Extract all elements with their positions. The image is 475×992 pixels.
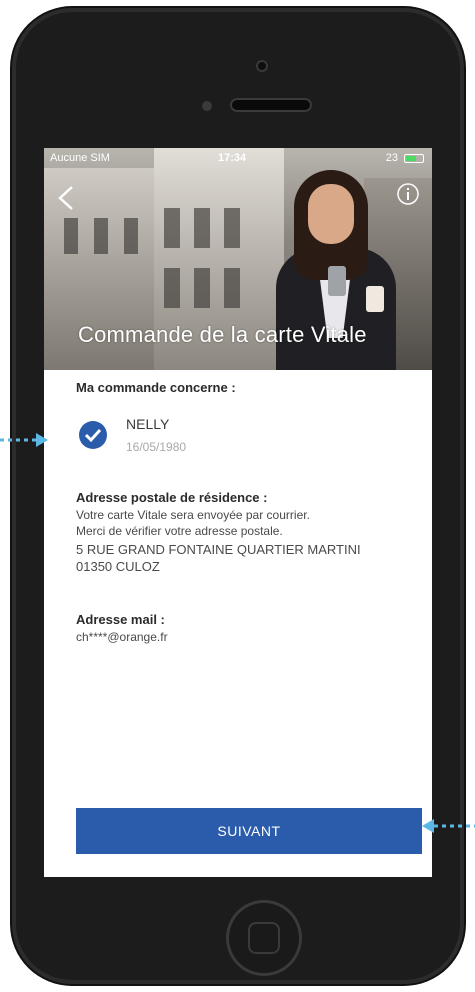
- order-content: Ma commande concerne : NELLY 16/05/1980 …: [44, 370, 432, 877]
- hero-image: Aucune SIM 17:34 23 Commande de la carte…: [44, 148, 432, 370]
- home-button-square: [248, 922, 280, 954]
- woman-figure-phone: [328, 266, 346, 296]
- checkmark-icon[interactable]: [78, 420, 108, 450]
- address-city: 01350 CULOZ: [76, 559, 160, 574]
- info-icon[interactable]: [396, 182, 420, 206]
- building-window: [224, 208, 240, 248]
- next-button[interactable]: SUIVANT: [76, 808, 422, 854]
- beneficiary-birthdate: 16/05/1980: [126, 440, 187, 454]
- address-info-line: Votre carte Vitale sera envoyée par cour…: [76, 508, 310, 522]
- building-window: [224, 268, 240, 308]
- status-time: 17:34: [218, 152, 247, 164]
- building-window: [124, 218, 138, 254]
- address-info-line: Merci de vérifier votre adresse postale.: [76, 524, 283, 538]
- woman-figure-cup: [366, 286, 384, 312]
- carrier-label: Aucune SIM: [50, 152, 110, 164]
- address-street: 5 RUE GRAND FONTAINE QUARTIER MARTINI: [76, 542, 361, 557]
- order-section-label: Ma commande concerne :: [76, 380, 236, 395]
- status-bar: Aucune SIM 17:34 23: [44, 148, 432, 168]
- home-button[interactable]: [226, 900, 302, 976]
- building-window: [64, 218, 78, 254]
- chevron-left-icon[interactable]: [54, 184, 78, 212]
- building-window: [164, 268, 180, 308]
- pointer-arrow-right-icon: [0, 433, 48, 447]
- front-camera: [256, 60, 268, 72]
- page-title: Commande de la carte Vitale: [78, 322, 367, 347]
- building-window: [94, 218, 108, 254]
- app-screen: Aucune SIM 17:34 23 Commande de la carte…: [44, 148, 432, 877]
- woman-figure-face: [308, 184, 354, 244]
- building-window: [194, 268, 210, 308]
- battery-icon: [404, 154, 424, 163]
- pointer-arrow-left-icon: [422, 819, 475, 833]
- proximity-sensor: [202, 101, 212, 111]
- email-value: ch****@orange.fr: [76, 630, 168, 644]
- beneficiary-name: NELLY: [126, 416, 170, 432]
- earpiece-speaker: [230, 98, 312, 112]
- battery-percent: 23: [385, 152, 398, 164]
- building-window: [194, 208, 210, 248]
- email-title: Adresse mail :: [76, 612, 165, 627]
- address-title: Adresse postale de résidence :: [76, 490, 268, 505]
- building-window: [164, 208, 180, 248]
